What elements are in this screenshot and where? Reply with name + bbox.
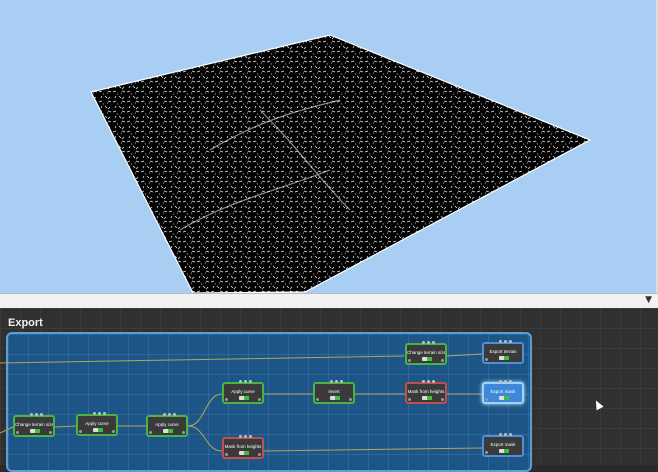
node-enable-toggle[interactable] <box>239 396 249 400</box>
node-enable-toggle[interactable] <box>499 449 509 453</box>
graph-node-apply-curve-1[interactable]: Apply curve <box>76 411 118 436</box>
node-label: Apply curve <box>85 421 109 426</box>
node-enable-toggle[interactable] <box>422 357 432 361</box>
wire <box>263 447 483 452</box>
node-enable-toggle[interactable] <box>93 428 103 432</box>
node-input-dots <box>236 379 254 383</box>
graph-node-change-terrain-size[interactable]: Change terrain size <box>13 412 55 437</box>
node-input-dots <box>419 379 437 383</box>
terrain-viewport[interactable] <box>0 0 658 293</box>
chevron-down-icon[interactable]: ▼ <box>645 295 652 305</box>
graph-node-export-mask[interactable]: Export mask <box>482 432 524 457</box>
node-label: Export terrain <box>489 349 517 354</box>
wire <box>187 393 223 427</box>
panel-divider[interactable]: ▼ <box>0 293 658 309</box>
wire <box>0 355 405 364</box>
wire <box>187 425 223 452</box>
graph-node-export-mask-selected[interactable]: Export mask <box>482 379 524 404</box>
output-pin[interactable] <box>441 398 444 401</box>
node-label: Apply curve <box>155 422 179 427</box>
node-label: Change terrain size <box>15 422 53 427</box>
output-pin[interactable] <box>258 398 261 401</box>
output-pin[interactable] <box>49 431 52 434</box>
graph-node-apply-curve-3[interactable]: Apply curve <box>222 379 264 404</box>
input-pin[interactable] <box>485 358 488 361</box>
node-label: Apply curve <box>231 389 255 394</box>
input-pin[interactable] <box>79 430 82 433</box>
node-graph-editor[interactable]: Export Change terrain size Apply curve A… <box>0 308 658 472</box>
output-pin[interactable] <box>112 430 115 433</box>
node-input-dots <box>496 339 514 343</box>
node-input-dots <box>236 434 254 438</box>
node-enable-toggle[interactable] <box>499 396 509 400</box>
node-input-dots <box>419 340 437 344</box>
output-pin[interactable] <box>349 398 352 401</box>
input-pin[interactable] <box>485 451 488 454</box>
node-input-dots <box>327 379 345 383</box>
node-label: Export mask <box>490 442 516 447</box>
wire <box>0 426 14 434</box>
graph-node-export-terrain[interactable]: Export terrain <box>482 339 524 364</box>
input-pin[interactable] <box>225 453 228 456</box>
input-pin[interactable] <box>225 398 228 401</box>
node-label: Mask from heights <box>407 389 445 394</box>
graph-node-mask-from-heights-2[interactable]: Mask from heights <box>405 379 447 404</box>
output-pin[interactable] <box>182 431 185 434</box>
input-pin[interactable] <box>408 359 411 362</box>
terrain-mesh <box>90 34 592 293</box>
node-label: Export mask <box>490 389 516 394</box>
node-input-dots <box>27 412 45 416</box>
input-pin[interactable] <box>16 431 19 434</box>
input-pin[interactable] <box>485 398 488 401</box>
node-enable-toggle[interactable] <box>422 396 432 400</box>
node-label: Mask from heights <box>224 444 262 449</box>
graph-node-apply-curve-2[interactable]: Apply curve <box>146 412 188 437</box>
node-enable-toggle[interactable] <box>499 356 509 360</box>
wire <box>54 425 77 428</box>
node-label: Invert <box>328 389 340 394</box>
node-label: Change terrain size <box>407 350 445 355</box>
input-pin[interactable] <box>408 398 411 401</box>
input-pin[interactable] <box>149 431 152 434</box>
output-pin[interactable] <box>441 359 444 362</box>
wire <box>446 353 483 357</box>
graph-node-change-terrain-size-2[interactable]: Change terrain size <box>405 340 447 365</box>
output-pin[interactable] <box>258 453 261 456</box>
node-enable-toggle[interactable] <box>239 451 249 455</box>
input-pin[interactable] <box>316 398 319 401</box>
node-input-dots <box>160 412 178 416</box>
graph-node-invert[interactable]: Invert <box>313 379 355 404</box>
graph-node-mask-from-heights-1[interactable]: Mask from heights <box>222 434 264 459</box>
node-input-dots <box>496 379 514 383</box>
node-enable-toggle[interactable] <box>330 396 340 400</box>
node-enable-toggle[interactable] <box>30 429 40 433</box>
node-input-dots <box>496 432 514 436</box>
node-input-dots <box>90 411 108 415</box>
node-enable-toggle[interactable] <box>163 429 173 433</box>
